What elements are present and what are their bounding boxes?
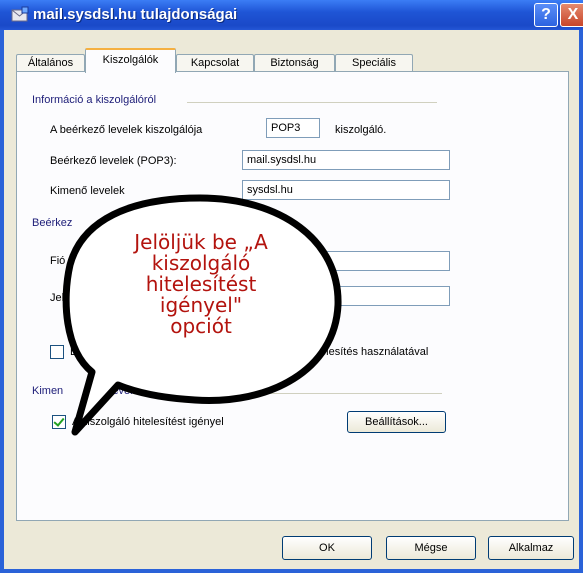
callout-text: Jelöljük be „A kiszolgáló hitelesítést i… [134, 230, 268, 338]
tab-servers[interactable]: Kiszolgálók [85, 48, 176, 73]
